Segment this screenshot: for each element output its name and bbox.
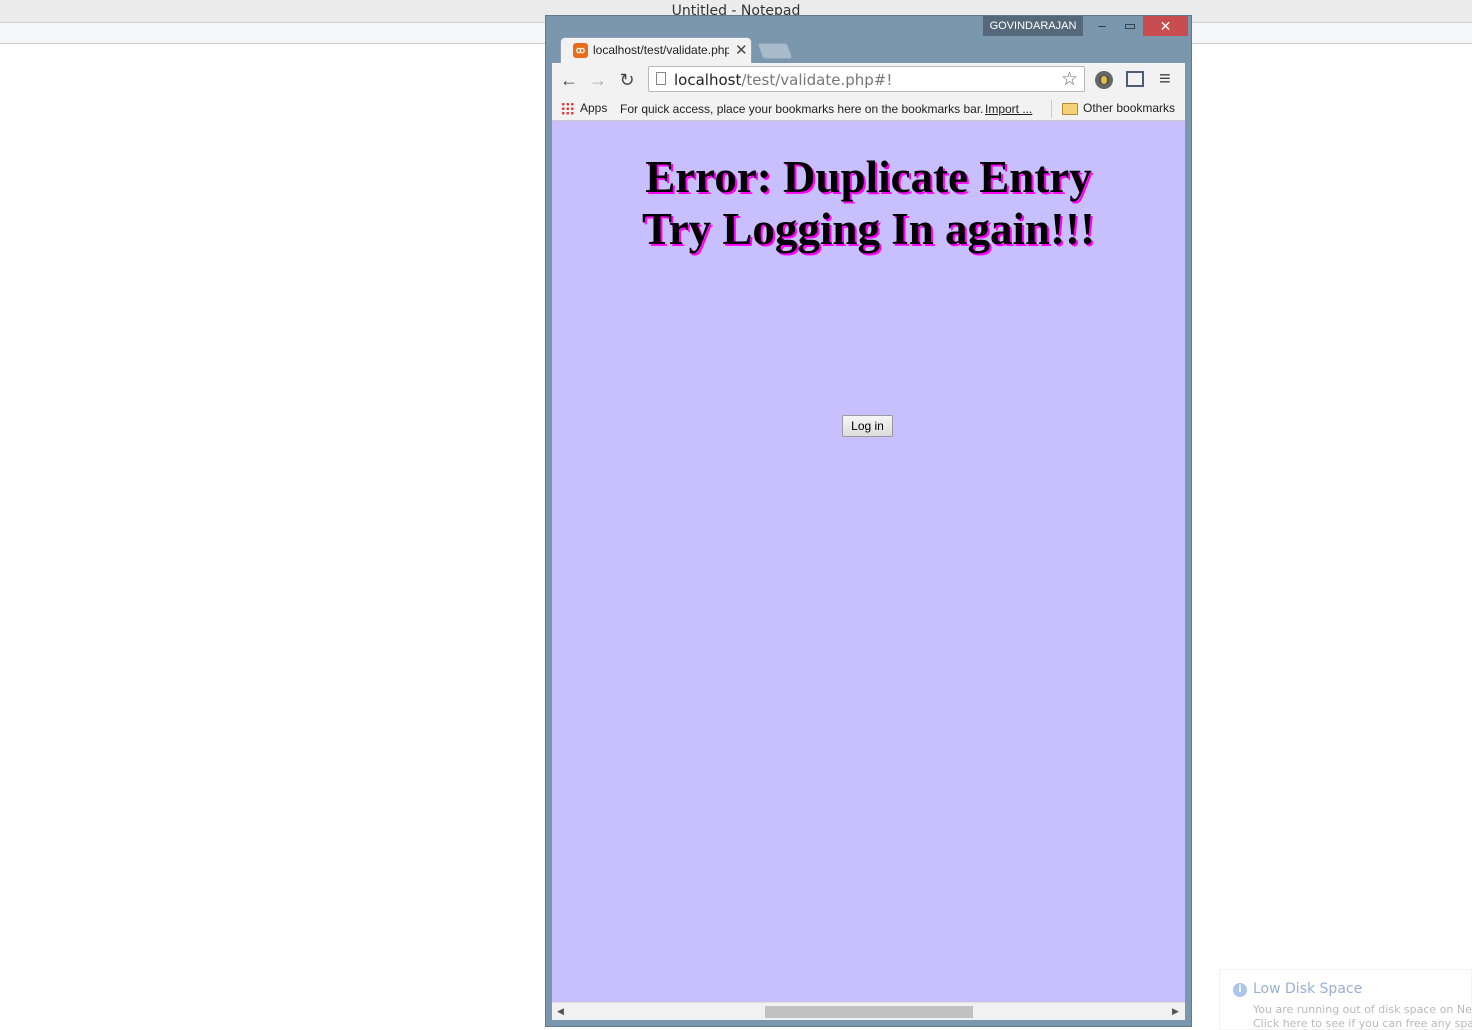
bookmarks-bar: Apps For quick access, place your bookma… xyxy=(552,97,1185,121)
import-bookmarks-link[interactable]: Import ... xyxy=(985,102,1032,116)
address-bar[interactable]: localhost/test/validate.php#! ☆ xyxy=(648,66,1085,92)
horizontal-scrollbar[interactable]: ◀ ▶ xyxy=(552,1002,1185,1020)
reload-icon[interactable]: ↻ xyxy=(615,68,639,92)
info-icon: i xyxy=(1233,983,1247,997)
maximize-button[interactable]: ▭ xyxy=(1119,16,1141,36)
other-bookmarks-link[interactable]: Other bookmarks xyxy=(1083,101,1175,115)
minimize-button[interactable]: ‒ xyxy=(1091,16,1113,36)
chrome-window: GOVINDARAJAN ‒ ▭ ✕ ꝏ localhost/test/vali… xyxy=(545,15,1192,1027)
bookmarks-divider xyxy=(1051,100,1052,118)
scroll-right-arrow-icon[interactable]: ▶ xyxy=(1172,1006,1179,1017)
low-disk-space-notification[interactable]: i Low Disk Space You are running out of … xyxy=(1219,969,1472,1030)
screen-capture-icon[interactable] xyxy=(1126,71,1144,87)
url-text: localhost/test/validate.php#! xyxy=(674,71,892,89)
tab-validate[interactable]: ꝏ localhost/test/validate.php ✕ xyxy=(560,37,752,63)
extension-icon[interactable] xyxy=(1095,71,1113,89)
error-heading: Error: Duplicate Entry Try Logging In ag… xyxy=(552,151,1185,255)
tab-close-icon[interactable]: ✕ xyxy=(735,41,748,59)
bookmarks-hint: For quick access, place your bookmarks h… xyxy=(620,102,984,116)
tab-title: localhost/test/validate.php xyxy=(593,43,729,57)
chrome-menu-icon[interactable]: ≡ xyxy=(1159,67,1171,91)
apps-link[interactable]: Apps xyxy=(580,101,607,115)
url-path: /test/validate.php#! xyxy=(741,71,893,89)
login-button[interactable]: Log in xyxy=(842,415,893,437)
new-tab-button[interactable] xyxy=(757,43,793,59)
error-heading-line2: Try Logging In again!!! xyxy=(642,204,1095,254)
close-window-button[interactable]: ✕ xyxy=(1143,16,1188,36)
page-viewport: Error: Duplicate Entry Try Logging In ag… xyxy=(552,121,1185,1002)
forward-arrow-icon[interactable]: → xyxy=(586,68,610,92)
folder-icon xyxy=(1062,103,1078,115)
browser-toolbar: ← → ↻ localhost/test/validate.php#! ☆ ≡ xyxy=(552,63,1185,97)
notification-text-line1: You are running out of disk space on New xyxy=(1253,1003,1472,1016)
url-host: localhost xyxy=(674,71,742,89)
error-heading-line1: Error: Duplicate Entry xyxy=(645,152,1092,202)
bookmark-star-icon[interactable]: ☆ xyxy=(1061,68,1078,91)
notification-text-line2: Click here to see if you can free any sp… xyxy=(1253,1017,1472,1030)
notification-title: Low Disk Space xyxy=(1253,981,1363,997)
profile-badge[interactable]: GOVINDARAJAN xyxy=(983,16,1083,36)
xampp-favicon-icon: ꝏ xyxy=(573,43,588,58)
back-arrow-icon[interactable]: ← xyxy=(557,68,581,92)
page-icon xyxy=(656,72,666,85)
scroll-thumb[interactable] xyxy=(765,1006,973,1018)
scroll-left-arrow-icon[interactable]: ◀ xyxy=(557,1006,564,1017)
apps-grid-icon[interactable] xyxy=(561,102,574,115)
